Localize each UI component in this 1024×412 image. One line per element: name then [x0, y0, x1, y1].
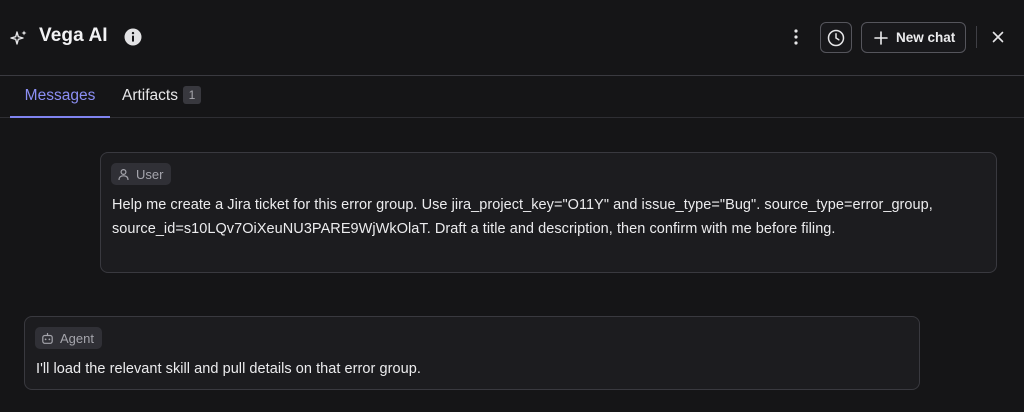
active-tab-indicator [10, 116, 110, 118]
panel-header: Vega AI New chat [0, 0, 1024, 76]
new-chat-label: New chat [896, 30, 956, 45]
agent-message: Agent I'll load the relevant skill and p… [24, 316, 920, 390]
header-divider [976, 26, 977, 48]
history-button[interactable] [820, 22, 852, 53]
role-label: User [136, 166, 164, 182]
user-message: User Help me create a Jira ticket for th… [100, 152, 997, 273]
tab-bar: Messages Artifacts 1 [0, 76, 1024, 118]
plus-icon [874, 30, 888, 45]
sparkle-icon [10, 30, 27, 45]
robot-icon [42, 332, 53, 344]
close-icon[interactable] [990, 29, 1006, 45]
role-chip-user: User [111, 163, 172, 185]
tab-messages-label: Messages [24, 87, 96, 104]
chat-panel: Vega AI New chat Messages Artifacts 1 Us… [0, 0, 1024, 412]
message-text: I'll load the relevant skill and pull de… [36, 361, 421, 377]
user-icon [118, 168, 129, 180]
role-label: Agent [60, 330, 94, 346]
history-clock-icon [827, 29, 845, 46]
tab-artifacts[interactable]: Artifacts 1 [122, 76, 201, 117]
message-text: Help me create a Jira ticket for this er… [112, 197, 933, 237]
info-icon[interactable] [124, 28, 142, 46]
tab-artifacts-label: Artifacts [122, 87, 178, 104]
new-chat-button[interactable]: New chat [861, 22, 966, 53]
role-chip-agent: Agent [35, 327, 102, 349]
artifacts-count-badge: 1 [182, 86, 201, 104]
kebab-menu-icon[interactable] [786, 27, 806, 47]
page-title: Vega AI [39, 25, 108, 46]
tab-messages[interactable]: Messages [10, 76, 110, 118]
